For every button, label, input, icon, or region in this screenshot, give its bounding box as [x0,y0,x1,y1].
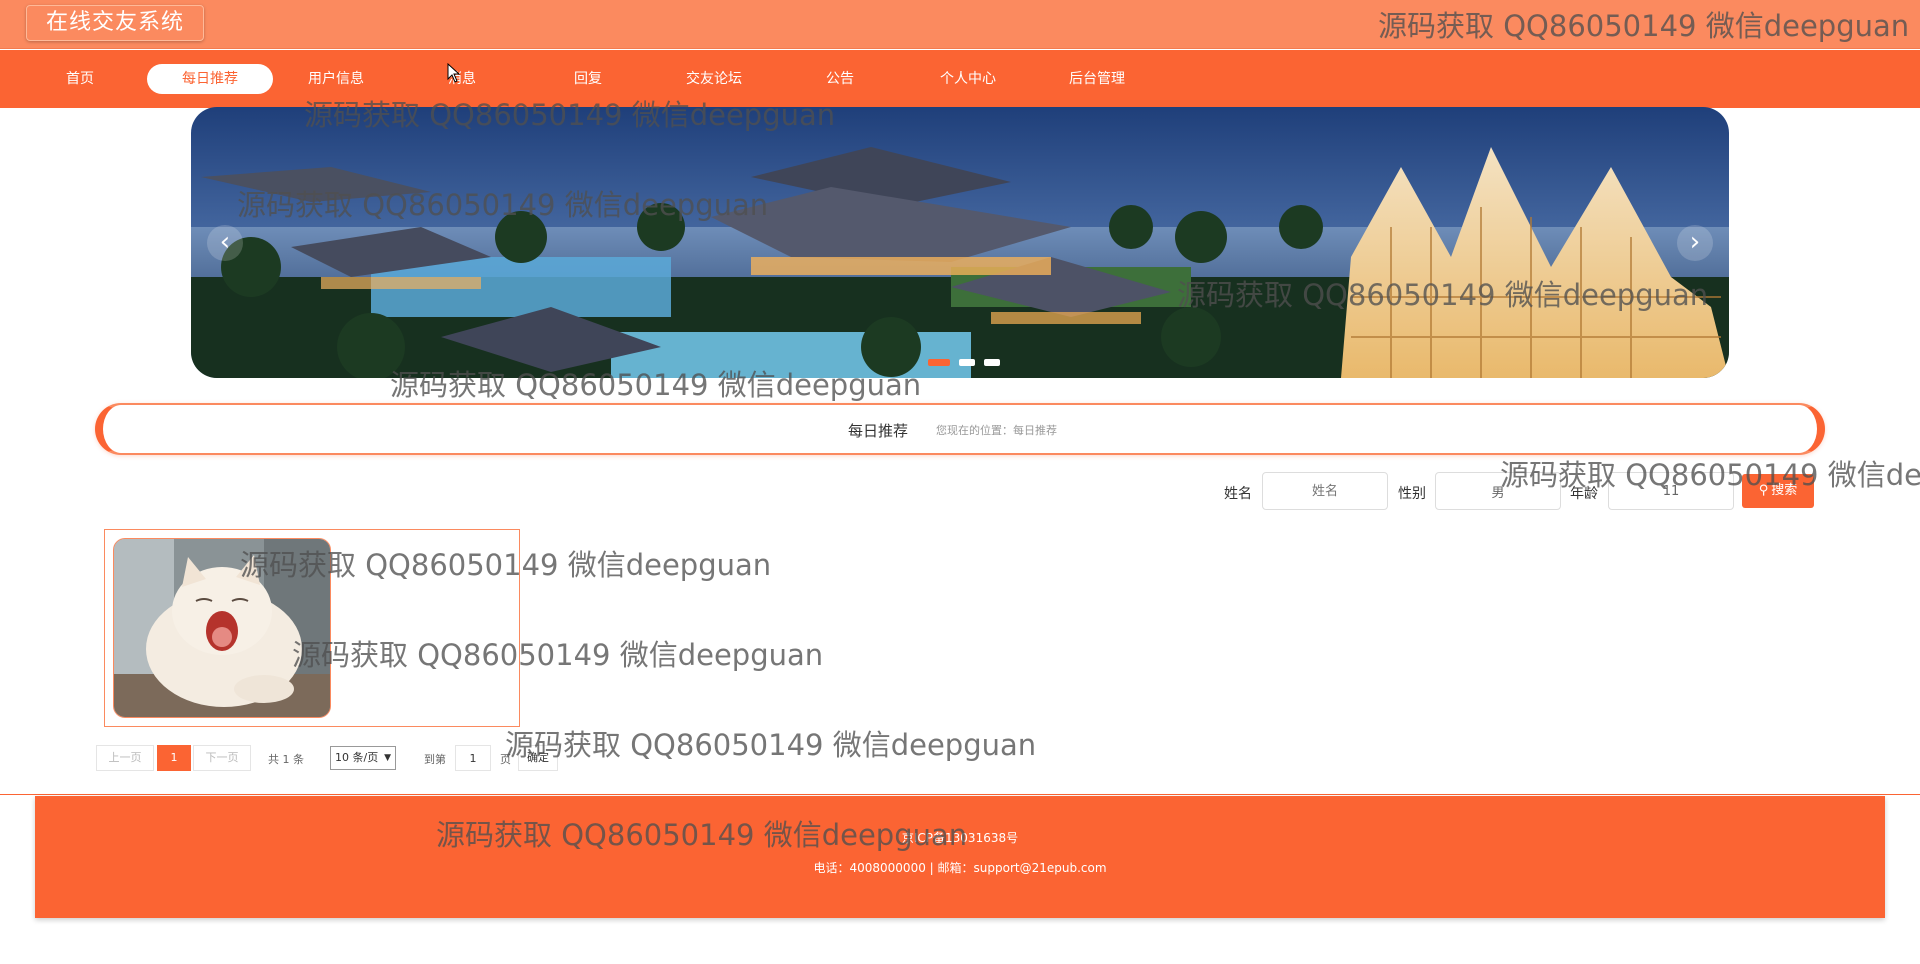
carousel-dot[interactable] [928,359,950,366]
banner-carousel[interactable]: ‹ › [191,107,1729,378]
page-number-button[interactable]: 1 [157,745,191,771]
page-size-select[interactable]: 10 条/页 ▼ [330,746,396,770]
page-unit-label: 页 [500,753,511,766]
search-button-label: 搜索 [1771,483,1798,498]
nav-item-replies[interactable]: 回复 [525,64,651,94]
banner-image [191,107,1729,378]
age-label: 年龄 [1570,486,1598,502]
site-title[interactable]: 在线交友系统 [26,5,204,41]
total-count: 共 1 条 [268,753,304,766]
footer-icp: 京ICP备13031638号 [901,831,1019,845]
nav-item-admin[interactable]: 后台管理 [1034,64,1160,94]
chevron-right-icon: › [1689,227,1701,257]
name-search-input[interactable] [1262,472,1388,510]
breadcrumb-path: 您现在的位置：每日推荐 [936,424,1057,437]
nav-item-forum[interactable]: 交友论坛 [651,64,777,94]
carousel-dot[interactable] [959,359,976,366]
cat-photo [114,539,330,717]
prev-page-button[interactable]: 上一页 [96,745,154,771]
goto-confirm-button[interactable]: 确定 [518,745,558,771]
user-photo [113,538,331,718]
goto-label: 到第 [424,753,446,766]
nav-item-notices[interactable]: 公告 [777,64,903,94]
nav-item-user-center[interactable]: 个人中心 [905,64,1031,94]
search-button[interactable]: ⚲ 搜索 [1742,474,1814,508]
chevron-left-icon: ‹ [219,227,231,257]
search-icon: ⚲ [1758,483,1769,498]
mouse-cursor-icon [447,63,461,83]
watermark-text: 源码获取 QQ86050149 微信deepguan [505,728,1037,762]
carousel-indicators [928,351,1004,370]
main-nav: 首页 每日推荐 用户信息 消息 回复 交友论坛 公告 个人中心 后台管理 [0,50,1920,108]
gender-label: 性别 [1398,486,1426,502]
age-input[interactable] [1608,472,1734,510]
breadcrumb: 每日推荐 您现在的位置：每日推荐 [95,403,1825,455]
carousel-prev-button[interactable]: ‹ [207,225,243,261]
chevron-down-icon: ▼ [384,753,391,763]
next-page-button[interactable]: 下一页 [193,745,251,771]
name-label: 姓名 [1224,486,1252,502]
footer-divider [0,794,1920,795]
goto-page-input[interactable] [455,745,491,771]
footer: 京ICP备13031638号 电话：4008000000 | 邮箱：suppor… [35,796,1885,918]
page-size-value: 10 条/页 [335,751,379,764]
nav-item-messages[interactable]: 消息 [399,64,525,94]
carousel-dot[interactable] [984,359,1001,366]
nav-item-daily-recommend[interactable]: 每日推荐 [147,64,273,94]
nav-item-user-info[interactable]: 用户信息 [273,64,399,94]
gender-input[interactable] [1435,472,1561,510]
page-title: 每日推荐 [848,422,909,440]
carousel-next-button[interactable]: › [1677,225,1713,261]
top-header: 在线交友系统 [0,0,1920,49]
nav-item-home[interactable]: 首页 [17,64,143,94]
recommend-card[interactable] [104,529,520,727]
footer-contact: 电话：4008000000 | 邮箱：support@21epub.com [813,861,1107,875]
